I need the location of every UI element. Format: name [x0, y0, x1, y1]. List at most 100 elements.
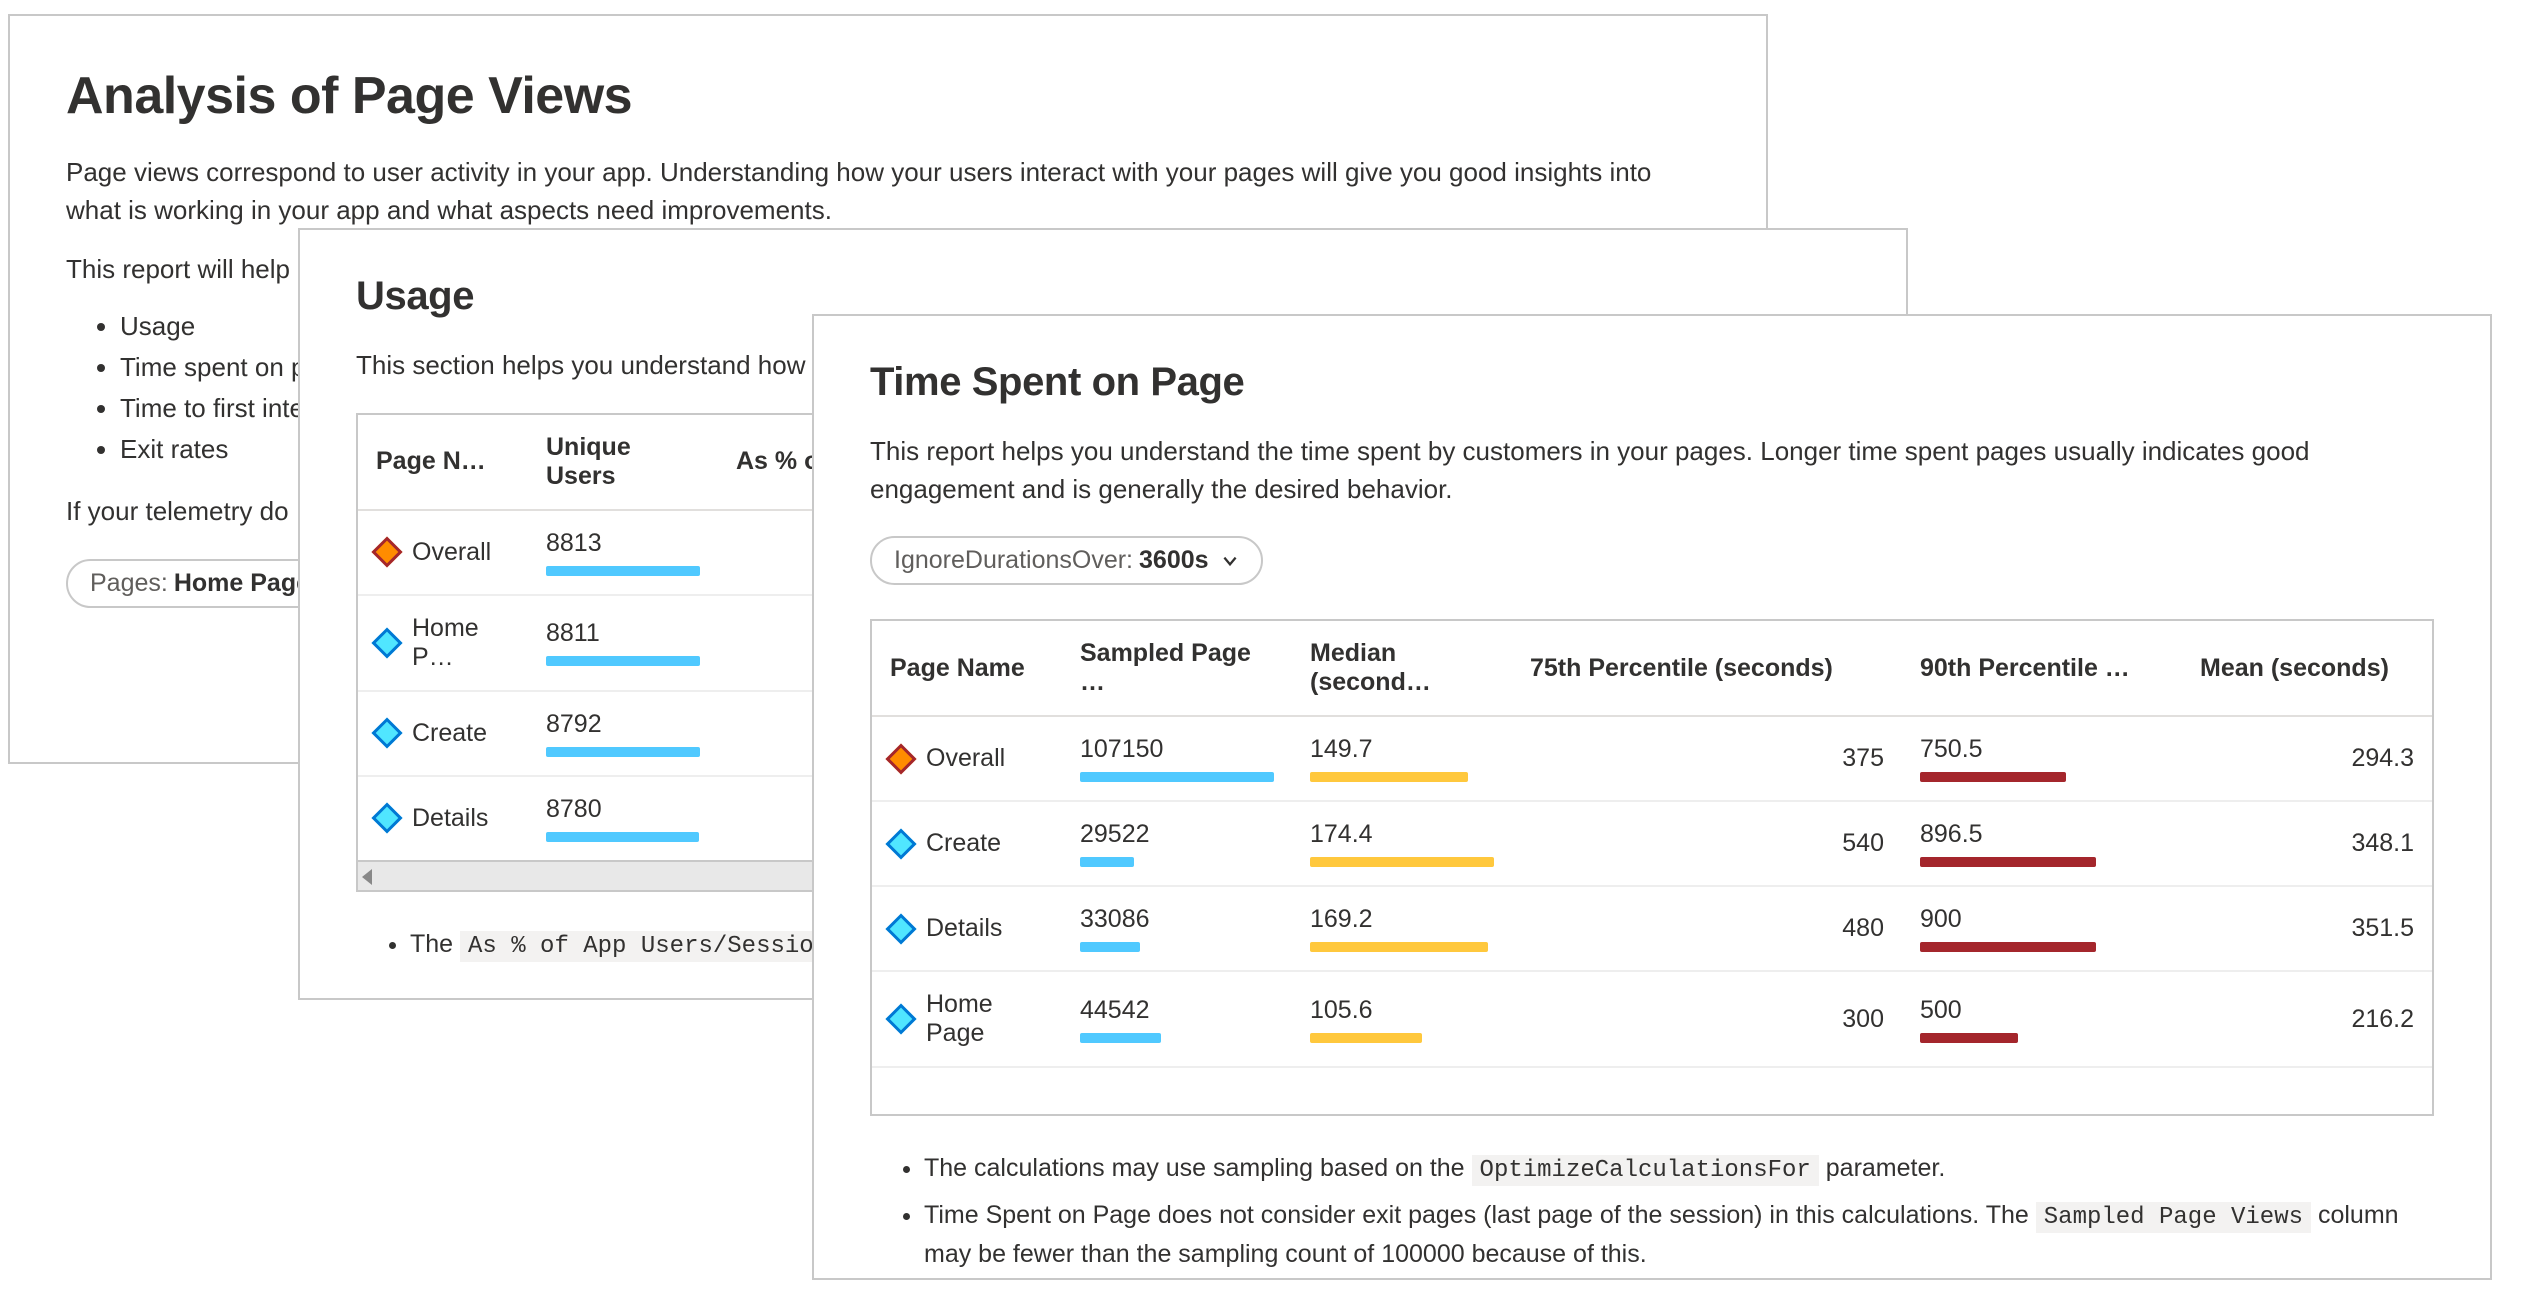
page-name-text: Details	[926, 914, 1002, 943]
ignore-durations-chip[interactable]: IgnoreDurationsOver: 3600s	[870, 536, 1263, 585]
column-header-page-name[interactable]: Page N…	[358, 415, 528, 509]
column-header-median[interactable]: Median (second…	[1292, 621, 1512, 715]
value-bar	[1310, 942, 1488, 952]
list-item: The calculations may use sampling based …	[924, 1150, 2434, 1189]
cell-p75: 300	[1512, 972, 1902, 1066]
list-item: Time Spent on Page does not consider exi…	[924, 1197, 2434, 1272]
cell-page-name: Create	[872, 802, 1062, 885]
cell-page-name: Details	[872, 887, 1062, 970]
series-marker-icon	[371, 718, 402, 749]
empty-row	[872, 1066, 2432, 1114]
series-marker-icon	[885, 1004, 916, 1035]
value-bar	[1920, 772, 2066, 782]
value-text: 105.6	[1310, 996, 1494, 1025]
value-text: 540	[1842, 829, 1884, 858]
column-header-p75[interactable]: 75th Percentile (seconds)	[1512, 621, 1902, 715]
cell-p90: 896.5	[1902, 802, 2182, 885]
cell-sampled: 33086	[1062, 887, 1292, 970]
column-header-page-name[interactable]: Page Name	[872, 621, 1062, 715]
value-bar	[1080, 1033, 1161, 1043]
value-text: 216.2	[2351, 1005, 2414, 1034]
code-snippet: Sampled Page Views	[2036, 1202, 2311, 1233]
value-text: 44542	[1080, 996, 1274, 1025]
cell-p75: 480	[1512, 887, 1902, 970]
time-table: Page Name Sampled Page … Median (second……	[870, 619, 2434, 1116]
value-text: 300	[1842, 1005, 1884, 1034]
value-bar	[546, 747, 700, 757]
value-text: 8780	[546, 795, 700, 824]
cell-page-name: Overall	[358, 511, 528, 594]
value-bar	[1080, 857, 1134, 867]
value-text: 29522	[1080, 820, 1274, 849]
value-text: 480	[1842, 914, 1884, 943]
page-name-text: Home Page	[926, 990, 1044, 1048]
value-bar	[1920, 1033, 2018, 1043]
value-text: 149.7	[1310, 735, 1494, 764]
column-header-mean[interactable]: Mean (seconds)	[2182, 621, 2432, 715]
time-notes: The calculations may use sampling based …	[870, 1150, 2434, 1272]
analysis-intro-1: Page views correspond to user activity i…	[66, 154, 1710, 229]
cell-sampled: 107150	[1062, 717, 1292, 800]
chevron-down-icon	[1221, 552, 1239, 570]
value-text: 351.5	[2351, 914, 2414, 943]
value-bar	[546, 566, 700, 576]
cell-mean: 294.3	[2182, 717, 2432, 800]
series-marker-icon	[371, 537, 402, 568]
section-title-usage: Usage	[356, 274, 1850, 319]
series-marker-icon	[885, 828, 916, 859]
series-marker-icon	[885, 743, 916, 774]
column-header-p90[interactable]: 90th Percentile …	[1902, 621, 2182, 715]
column-header-sampled[interactable]: Sampled Page …	[1062, 621, 1292, 715]
table-row[interactable]: Create 29522 174.4 540 896.5 348.1	[872, 802, 2432, 887]
value-text: 8813	[546, 529, 700, 558]
table-row[interactable]: Overall107150149.7375750.5294.3	[872, 717, 2432, 802]
time-intro: This report helps you understand the tim…	[870, 433, 2434, 508]
value-text: 896.5	[1920, 820, 2164, 849]
cell-page-name: Create	[358, 692, 528, 775]
page-name-text: Details	[412, 804, 488, 833]
cell-p75: 375	[1512, 717, 1902, 800]
table-row[interactable]: Details 33086 169.2 480 900 351.5	[872, 887, 2432, 972]
value-text: 174.4	[1310, 820, 1494, 849]
page-name-text: Create	[412, 719, 487, 748]
cell-mean: 348.1	[2182, 802, 2432, 885]
value-bar	[1080, 772, 1274, 782]
page-name-text: Create	[926, 829, 1001, 858]
series-marker-icon	[371, 627, 402, 658]
value-bar	[546, 656, 700, 666]
value-text: 348.1	[2351, 829, 2414, 858]
value-text: 294.3	[2351, 744, 2414, 773]
table-header-row: Page Name Sampled Page … Median (second……	[872, 621, 2432, 717]
cell-page-name: Home Page	[872, 972, 1062, 1066]
value-text: 107150	[1080, 735, 1274, 764]
cell-p90: 900	[1902, 887, 2182, 970]
value-text: 375	[1842, 744, 1884, 773]
cell-page-name: Home P…	[358, 596, 528, 690]
cell-mean: 216.2	[2182, 972, 2432, 1066]
cell-sampled: 44542	[1062, 972, 1292, 1066]
value-bar	[1920, 942, 2096, 952]
column-header-unique-users[interactable]: Unique Users	[528, 415, 718, 509]
value-text: 900	[1920, 905, 2164, 934]
value-bar	[1310, 857, 1494, 867]
page-title: Analysis of Page Views	[66, 66, 1710, 126]
chip-label: Pages:	[90, 569, 168, 598]
code-snippet: OptimizeCalculationsFor	[1472, 1155, 1819, 1186]
page-name-text: Home P…	[412, 614, 510, 672]
series-marker-icon	[371, 803, 402, 834]
cell-unique-users: 8780	[528, 777, 718, 860]
value-text: 33086	[1080, 905, 1274, 934]
value-bar	[546, 832, 699, 842]
cell-page-name: Details	[358, 777, 528, 860]
cell-median: 169.2	[1292, 887, 1512, 970]
value-text: 500	[1920, 996, 2164, 1025]
chip-value: 3600s	[1139, 546, 1209, 575]
cell-p90: 500	[1902, 972, 2182, 1066]
cell-unique-users: 8813	[528, 511, 718, 594]
cell-unique-users: 8792	[528, 692, 718, 775]
cell-p75: 540	[1512, 802, 1902, 885]
table-row[interactable]: Home Page 44542 105.6 300 500 216.2	[872, 972, 2432, 1066]
value-bar	[1080, 942, 1140, 952]
page-name-text: Overall	[412, 538, 491, 567]
cell-sampled: 29522	[1062, 802, 1292, 885]
